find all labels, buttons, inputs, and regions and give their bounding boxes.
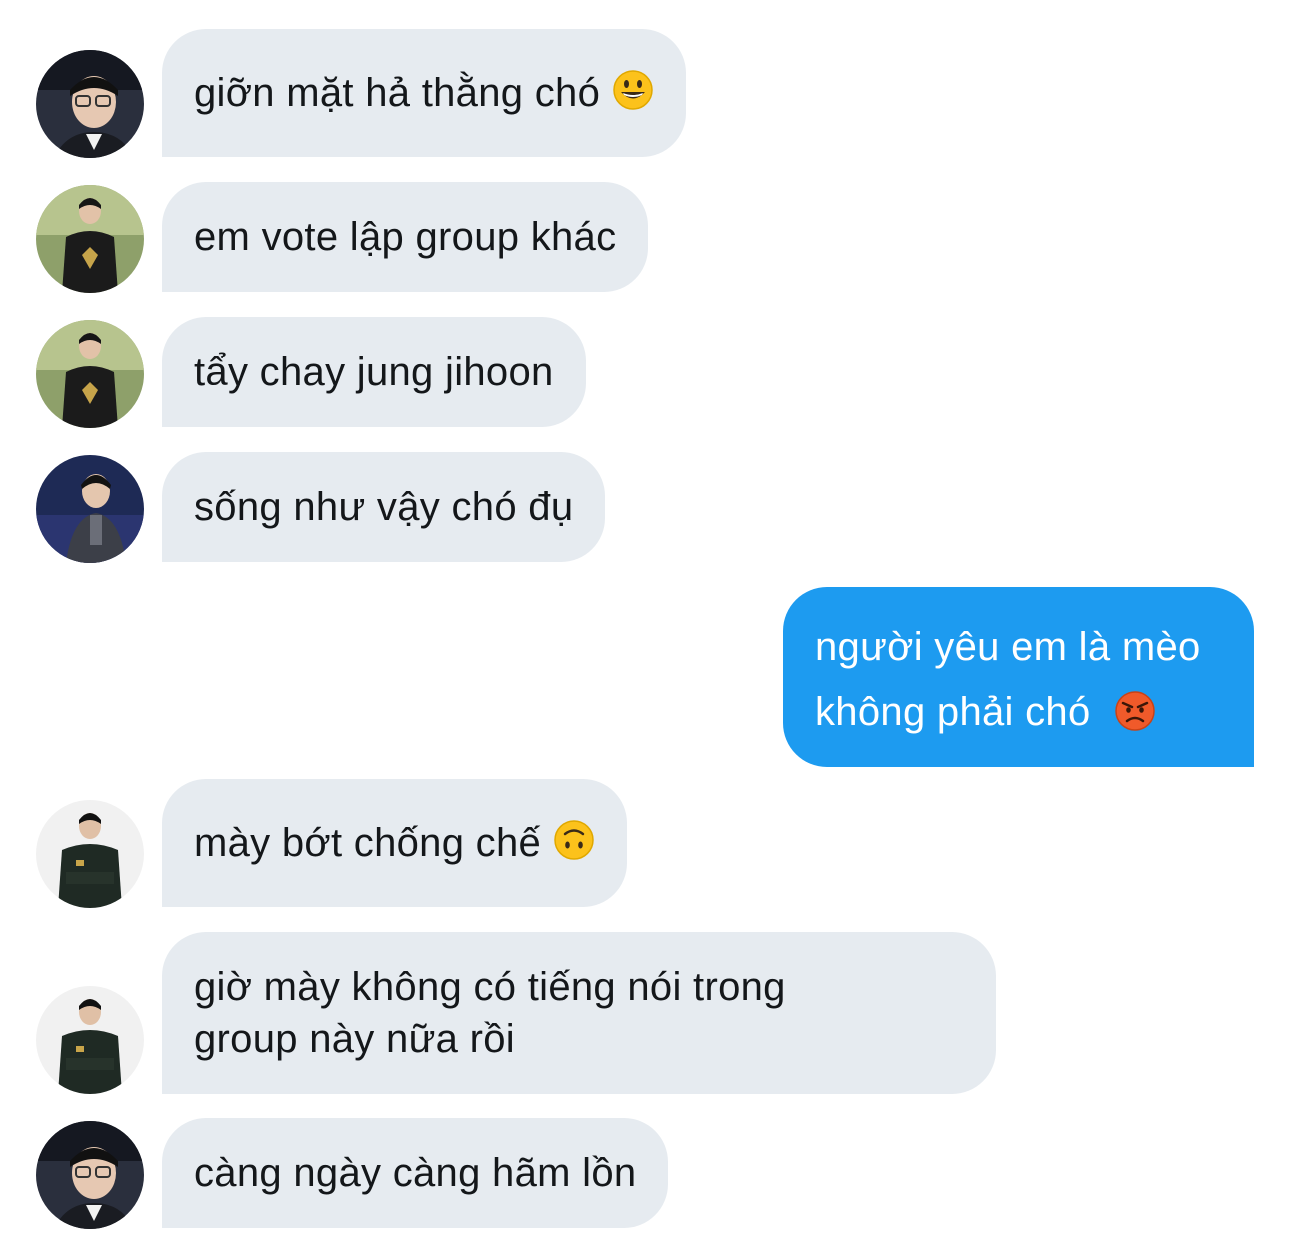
message-bubble[interactable]: giờ mày không có tiếng nói trong group n… bbox=[162, 932, 996, 1094]
angry-face-emoji bbox=[1114, 690, 1156, 732]
message-text: tẩy chay jung jihoon bbox=[194, 350, 554, 394]
avatar[interactable] bbox=[36, 800, 144, 908]
message-text: càng ngày càng hãm lồn bbox=[194, 1151, 637, 1195]
avatar-jacket-man-icon bbox=[36, 986, 144, 1094]
message-bubble-outgoing[interactable]: người yêu em là mèo không phải chó bbox=[783, 587, 1254, 767]
message-bubble[interactable]: tẩy chay jung jihoon bbox=[162, 317, 586, 427]
avatar-jacket-man-icon bbox=[36, 800, 144, 908]
message-bubble[interactable]: mày bớt chống chế bbox=[162, 779, 628, 907]
message-text: em vote lập group khác bbox=[194, 215, 617, 259]
message-text: mày bớt chống chế bbox=[194, 821, 542, 865]
avatar[interactable] bbox=[36, 50, 144, 158]
message-text: group này nữa rồi bbox=[194, 1017, 515, 1061]
avatar-suit-man-icon bbox=[36, 455, 144, 563]
message-bubble[interactable]: giỡn mặt hả thằng chó bbox=[162, 29, 687, 157]
avatar-glasses-man-icon bbox=[36, 1121, 144, 1229]
message-text: người yêu em là mèo bbox=[815, 624, 1201, 669]
grinning-face-emoji bbox=[612, 69, 654, 111]
message-text: sống như vậy chó đụ bbox=[194, 485, 574, 529]
message-text: giờ mày không có tiếng nói trong bbox=[194, 965, 786, 1009]
message-bubble[interactable]: em vote lập group khác bbox=[162, 182, 649, 292]
avatar-jersey-man-icon bbox=[36, 320, 144, 428]
message-bubble[interactable]: càng ngày càng hãm lồn bbox=[162, 1118, 669, 1228]
message-bubble[interactable]: sống như vậy chó đụ bbox=[162, 452, 606, 562]
upside-down-face-emoji bbox=[553, 819, 595, 861]
avatar[interactable] bbox=[36, 185, 144, 293]
avatar[interactable] bbox=[36, 1121, 144, 1229]
message-text: không phải chó bbox=[815, 689, 1091, 734]
avatar[interactable] bbox=[36, 320, 144, 428]
message-text-block: giờ mày không có tiếng nói trong group n… bbox=[194, 961, 786, 1065]
message-text-line: không phải chó bbox=[815, 686, 1222, 738]
message-text: giỡn mặt hả thằng chó bbox=[194, 71, 601, 115]
avatar-jersey-man-icon bbox=[36, 185, 144, 293]
avatar-glasses-man-icon bbox=[36, 50, 144, 158]
avatar[interactable] bbox=[36, 455, 144, 563]
avatar[interactable] bbox=[36, 986, 144, 1094]
